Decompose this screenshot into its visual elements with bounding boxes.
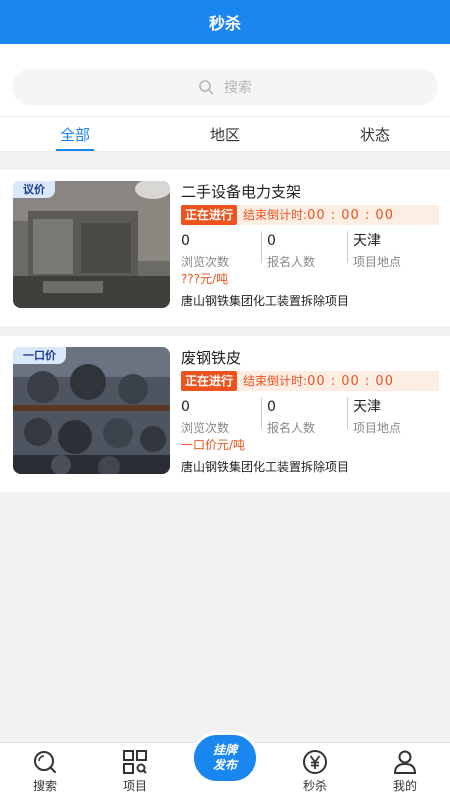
- publish-label-line1: 挂牌: [212, 743, 237, 757]
- views-stat: 0 浏览次数: [181, 231, 267, 275]
- nav-search[interactable]: 搜索: [0, 743, 90, 800]
- countdown-label: 结束倒计时:: [243, 374, 308, 388]
- tab-label: 状态: [359, 125, 390, 144]
- yuan-icon: [303, 750, 327, 774]
- tab-status[interactable]: 状态: [300, 117, 450, 151]
- search-icon: [199, 80, 214, 95]
- views-count: 0: [181, 233, 190, 249]
- location-stat: 天津 项目地点: [347, 231, 439, 275]
- views-label: 浏览次数: [181, 255, 230, 269]
- tab-all[interactable]: 全部: [0, 117, 150, 151]
- signups-count: 0: [267, 233, 276, 249]
- views-count: 0: [181, 399, 190, 415]
- countdown-label: 结束倒计时:: [243, 208, 308, 222]
- nav-label: 项目: [122, 779, 147, 793]
- countdown: 结束倒计时:00 : 00 : 00: [237, 205, 439, 225]
- search-section: 搜索: [0, 44, 450, 116]
- user-icon: [393, 750, 417, 774]
- item-project: 唐山钢铁集团化工装置拆除项目: [181, 294, 350, 308]
- tab-label: 地区: [209, 125, 240, 144]
- signups-stat: 0 报名人数: [261, 231, 353, 275]
- nav-label: 我的: [392, 779, 417, 793]
- publish-label-line2: 发布: [212, 758, 237, 772]
- signups-count: 0: [267, 399, 276, 415]
- top-bar: 秒杀: [0, 0, 450, 44]
- item-info: 废钢铁皮 正在进行 结束倒计时:00 : 00 : 00 0 浏览次数 0 报名…: [181, 346, 439, 475]
- status-row: 正在进行 结束倒计时:00 : 00 : 00: [181, 205, 439, 225]
- list-item[interactable]: 议价 二手设备电力支架 正在进行 结束倒计时:00 : 00 : 00 0 浏览…: [0, 170, 450, 326]
- item-image: 议价: [13, 181, 170, 308]
- signups-label: 报名人数: [267, 421, 316, 435]
- countdown: 结束倒计时:00 : 00 : 00: [237, 371, 439, 391]
- tab-label: 全部: [59, 125, 90, 144]
- item-info: 二手设备电力支架 正在进行 结束倒计时:00 : 00 : 00 0 浏览次数 …: [181, 180, 439, 309]
- status-row: 正在进行 结束倒计时:00 : 00 : 00: [181, 371, 439, 391]
- status-badge: 正在进行: [181, 205, 238, 225]
- nav-label: 秒杀: [302, 779, 327, 793]
- search-icon: [34, 751, 56, 773]
- status-badge: 正在进行: [181, 371, 238, 391]
- location-label: 项目地点: [353, 255, 402, 269]
- location-value: 天津: [353, 233, 381, 249]
- location-stat: 天津 项目地点: [347, 397, 439, 441]
- search-placeholder: 搜索: [224, 80, 252, 96]
- location-label: 项目地点: [353, 421, 402, 435]
- list-item[interactable]: 一口价 废钢铁皮 正在进行 结束倒计时:00 : 00 : 00 0 浏览次数 …: [0, 336, 450, 492]
- views-label: 浏览次数: [181, 421, 230, 435]
- filter-tabs: 全部 地区 状态: [0, 116, 450, 152]
- nav-flash-sale[interactable]: 秒杀: [270, 743, 360, 800]
- views-stat: 0 浏览次数: [181, 397, 267, 441]
- publish-button[interactable]: 挂牌 发布: [191, 732, 259, 784]
- countdown-time: 00 : 00 : 00: [307, 374, 394, 389]
- item-project: 唐山钢铁集团化工装置拆除项目: [181, 460, 350, 474]
- search-input[interactable]: 搜索: [12, 69, 438, 105]
- nav-label: 搜索: [32, 779, 57, 793]
- item-title: 二手设备电力支架: [181, 183, 302, 201]
- page-title: 秒杀: [208, 14, 241, 33]
- price-type-badge: 一口价: [13, 347, 66, 364]
- item-stats: 0 浏览次数 0 报名人数 天津 项目地点: [181, 397, 439, 441]
- nav-projects[interactable]: 项目: [90, 743, 180, 800]
- item-stats: 0 浏览次数 0 报名人数 天津 项目地点: [181, 231, 439, 275]
- signups-label: 报名人数: [267, 255, 316, 269]
- item-title: 废钢铁皮: [181, 349, 242, 367]
- tab-region[interactable]: 地区: [150, 117, 300, 151]
- nav-mine[interactable]: 我的: [360, 743, 450, 800]
- auction-list: 议价 二手设备电力支架 正在进行 结束倒计时:00 : 00 : 00 0 浏览…: [0, 170, 450, 502]
- location-value: 天津: [353, 399, 381, 415]
- price-type-badge: 议价: [13, 181, 55, 198]
- signups-stat: 0 报名人数: [261, 397, 353, 441]
- item-image: 一口价: [13, 347, 170, 474]
- countdown-time: 00 : 00 : 00: [307, 208, 394, 223]
- qr-grid-icon: [123, 750, 147, 774]
